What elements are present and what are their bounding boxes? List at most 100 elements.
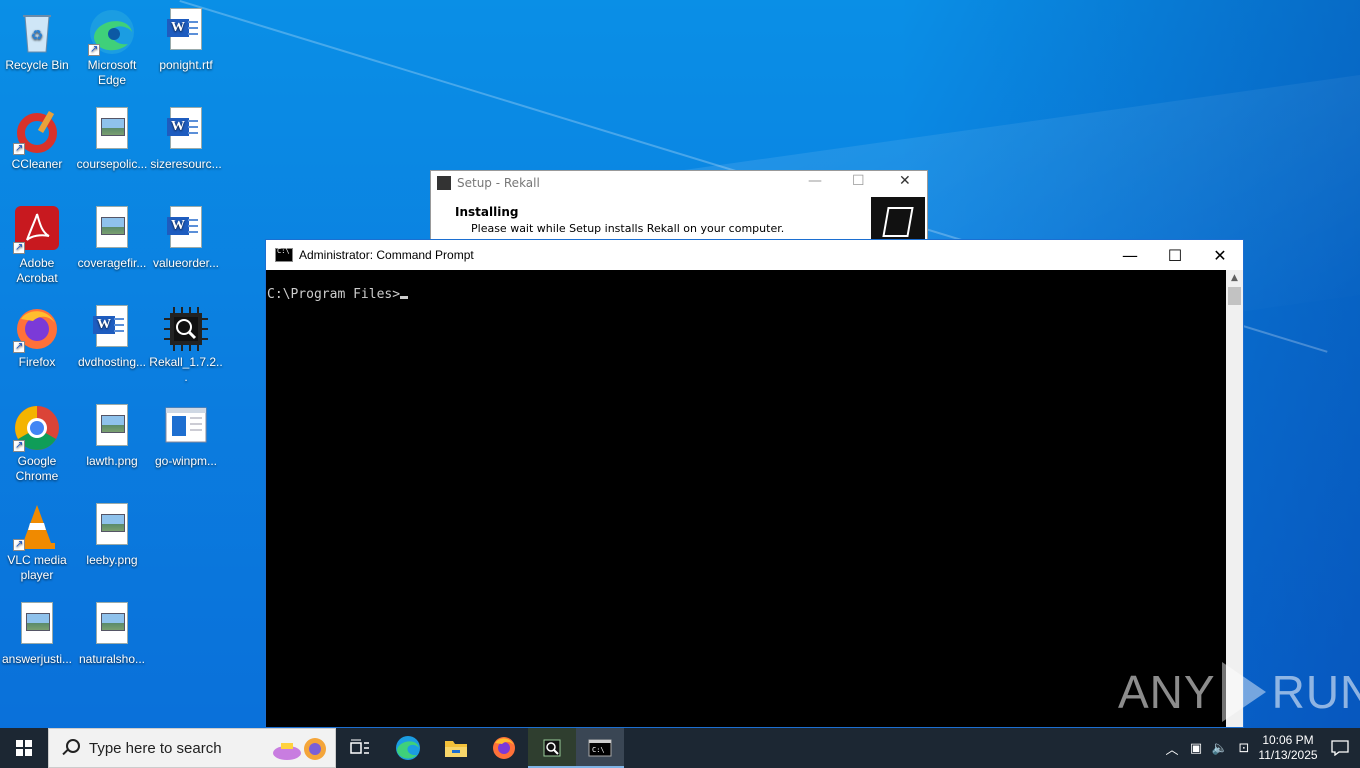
image-file-icon — [88, 206, 136, 254]
desktop-icon-firefox[interactable]: Firefox — [0, 305, 74, 370]
cmd-maximize-button[interactable]: ☐ — [1152, 240, 1198, 270]
word-doc-icon: W — [162, 8, 210, 56]
desktop-icon-adobe-acrobat[interactable]: Adobe Acrobat — [0, 206, 74, 286]
text-cursor — [400, 296, 409, 299]
acrobat-icon — [13, 206, 61, 255]
search-box[interactable]: Type here to search — [48, 728, 336, 768]
rekall-installer-icon — [543, 739, 561, 757]
taskbar-rekall-installer[interactable] — [528, 728, 576, 768]
desktop-icon-lawth[interactable]: lawth.png — [75, 404, 149, 469]
scrollbar-thumb[interactable] — [1228, 287, 1241, 305]
desktop-icon-valueorder[interactable]: W valueorder... — [149, 206, 223, 271]
image-file-icon — [88, 404, 136, 452]
desktop-icon-sizeresourc[interactable]: W sizeresourc... — [149, 107, 223, 172]
taskbar-clock[interactable]: 10:06 PM 11/13/2025 — [1256, 733, 1320, 763]
notification-icon — [1331, 740, 1349, 756]
clock-time: 10:06 PM — [1262, 733, 1314, 747]
chevron-up-icon[interactable]: ︿ — [1160, 739, 1184, 758]
taskbar: Type here to search C:\ ︿ ▣ 🔈 ⊡ 10:06 PM… — [0, 728, 1360, 768]
word-doc-icon: W — [162, 107, 210, 155]
desktop-icon-rekall-installer[interactable]: Rekall_1.7.2... — [149, 305, 223, 385]
desktop-icon-coveragefir[interactable]: coveragefir... — [75, 206, 149, 271]
desktop-icon-dvdhosting[interactable]: W dvdhosting... — [75, 305, 149, 370]
desktop-icon-microsoft-edge[interactable]: Microsoft Edge — [75, 8, 149, 88]
desktop-icon-ponight[interactable]: W ponight.rtf — [149, 8, 223, 73]
scroll-up-icon[interactable]: ▲ — [1226, 270, 1243, 287]
svg-text:♻: ♻ — [31, 27, 44, 43]
taskbar-cmd[interactable]: C:\ — [576, 728, 624, 768]
desktop-icon-answerjusti[interactable]: answerjusti... — [0, 602, 74, 667]
desktop-icon-go-winpm[interactable]: go-winpm... — [149, 404, 223, 469]
cmd-minimize-button[interactable]: — — [1107, 240, 1153, 270]
setup-subtext: Please wait while Setup installs Rekall … — [471, 222, 785, 235]
shortcut-arrow-icon — [13, 537, 25, 552]
shortcut-arrow-icon — [13, 240, 25, 255]
svg-text:C:\: C:\ — [592, 746, 605, 754]
taskbar-task-view[interactable] — [336, 728, 384, 768]
anyrun-watermark: ANY RUN — [1118, 662, 1360, 722]
rekall-installer-icon — [437, 176, 451, 190]
ccleaner-icon — [13, 107, 61, 156]
setup-title: Setup - Rekall — [457, 176, 540, 190]
vlc-icon — [13, 503, 61, 552]
image-file-icon — [13, 602, 61, 650]
image-file-icon — [88, 602, 136, 650]
firefox-icon — [13, 305, 61, 354]
desktop-icon-google-chrome[interactable]: Google Chrome — [0, 404, 74, 484]
meet-now-icon[interactable]: ▣ — [1184, 741, 1208, 756]
desktop-icon-coursepolic[interactable]: coursepolic... — [75, 107, 149, 172]
cmd-icon — [275, 247, 293, 262]
search-icon — [61, 739, 80, 757]
word-doc-icon: W — [88, 305, 136, 353]
system-tray: ︿ ▣ 🔈 ⊡ 10:06 PM 11/13/2025 — [1160, 728, 1360, 768]
desktop-icon-vlc[interactable]: VLC media player — [0, 503, 74, 583]
play-logo-icon — [1221, 662, 1266, 722]
setup-logo-icon — [871, 197, 925, 245]
desktop-icon-recycle-bin[interactable]: ♻ Recycle Bin — [0, 8, 74, 73]
setup-maximize-button: ☐ — [852, 173, 865, 189]
shortcut-arrow-icon — [13, 339, 25, 354]
desktop-icon-ccleaner[interactable]: CCleaner — [0, 107, 74, 172]
shortcut-arrow-icon — [88, 42, 100, 57]
cmd-icon: C:\ — [588, 739, 612, 757]
task-view-icon — [350, 739, 369, 754]
cmd-console[interactable]: C:\Program Files> — [266, 270, 1227, 727]
desktop-icon-naturalsho[interactable]: naturalsho... — [75, 602, 149, 667]
setup-minimize-button[interactable]: — — [808, 173, 822, 189]
shortcut-arrow-icon — [13, 438, 25, 453]
firefox-icon — [493, 737, 515, 759]
start-button[interactable] — [0, 728, 48, 768]
cmd-title: Administrator: Command Prompt — [299, 248, 474, 262]
setup-window[interactable]: Setup - Rekall — ☐ ✕ Installing Please w… — [430, 170, 928, 250]
clock-date: 11/13/2025 — [1258, 748, 1318, 762]
window-file-icon — [162, 404, 210, 452]
edge-icon — [88, 8, 136, 57]
chrome-icon — [13, 404, 61, 453]
shortcut-arrow-icon — [13, 141, 25, 156]
rekall-installer-icon — [162, 305, 210, 353]
cmd-window[interactable]: Administrator: Command Prompt — ☐ ✕ C:\P… — [265, 239, 1244, 728]
image-file-icon — [88, 503, 136, 551]
taskbar-file-explorer[interactable] — [432, 728, 480, 768]
cmd-titlebar[interactable]: Administrator: Command Prompt — [266, 240, 1243, 270]
taskbar-edge[interactable] — [384, 728, 432, 768]
file-explorer-icon — [445, 741, 467, 757]
image-file-icon — [88, 107, 136, 155]
cmd-close-button[interactable]: ✕ — [1197, 240, 1243, 270]
edge-icon — [396, 736, 420, 760]
windows-logo-icon — [16, 740, 32, 756]
search-placeholder: Type here to search — [89, 739, 222, 757]
setup-close-button[interactable]: ✕ — [899, 173, 911, 189]
recycle-bin-icon: ♻ — [13, 8, 61, 56]
watermark-right: RUN — [1271, 666, 1360, 718]
watermark-left: ANY — [1118, 666, 1216, 718]
taskbar-firefox[interactable] — [480, 728, 528, 768]
setup-heading: Installing — [455, 205, 519, 219]
notification-button[interactable] — [1320, 728, 1360, 768]
cmd-scrollbar[interactable]: ▲ — [1226, 270, 1243, 727]
network-icon[interactable]: ⊡ — [1232, 741, 1256, 756]
cmd-prompt: C:\Program Files> — [267, 287, 401, 302]
word-doc-icon: W — [162, 206, 210, 254]
desktop-icon-leeby[interactable]: leeby.png — [75, 503, 149, 568]
volume-icon[interactable]: 🔈 — [1208, 741, 1232, 756]
